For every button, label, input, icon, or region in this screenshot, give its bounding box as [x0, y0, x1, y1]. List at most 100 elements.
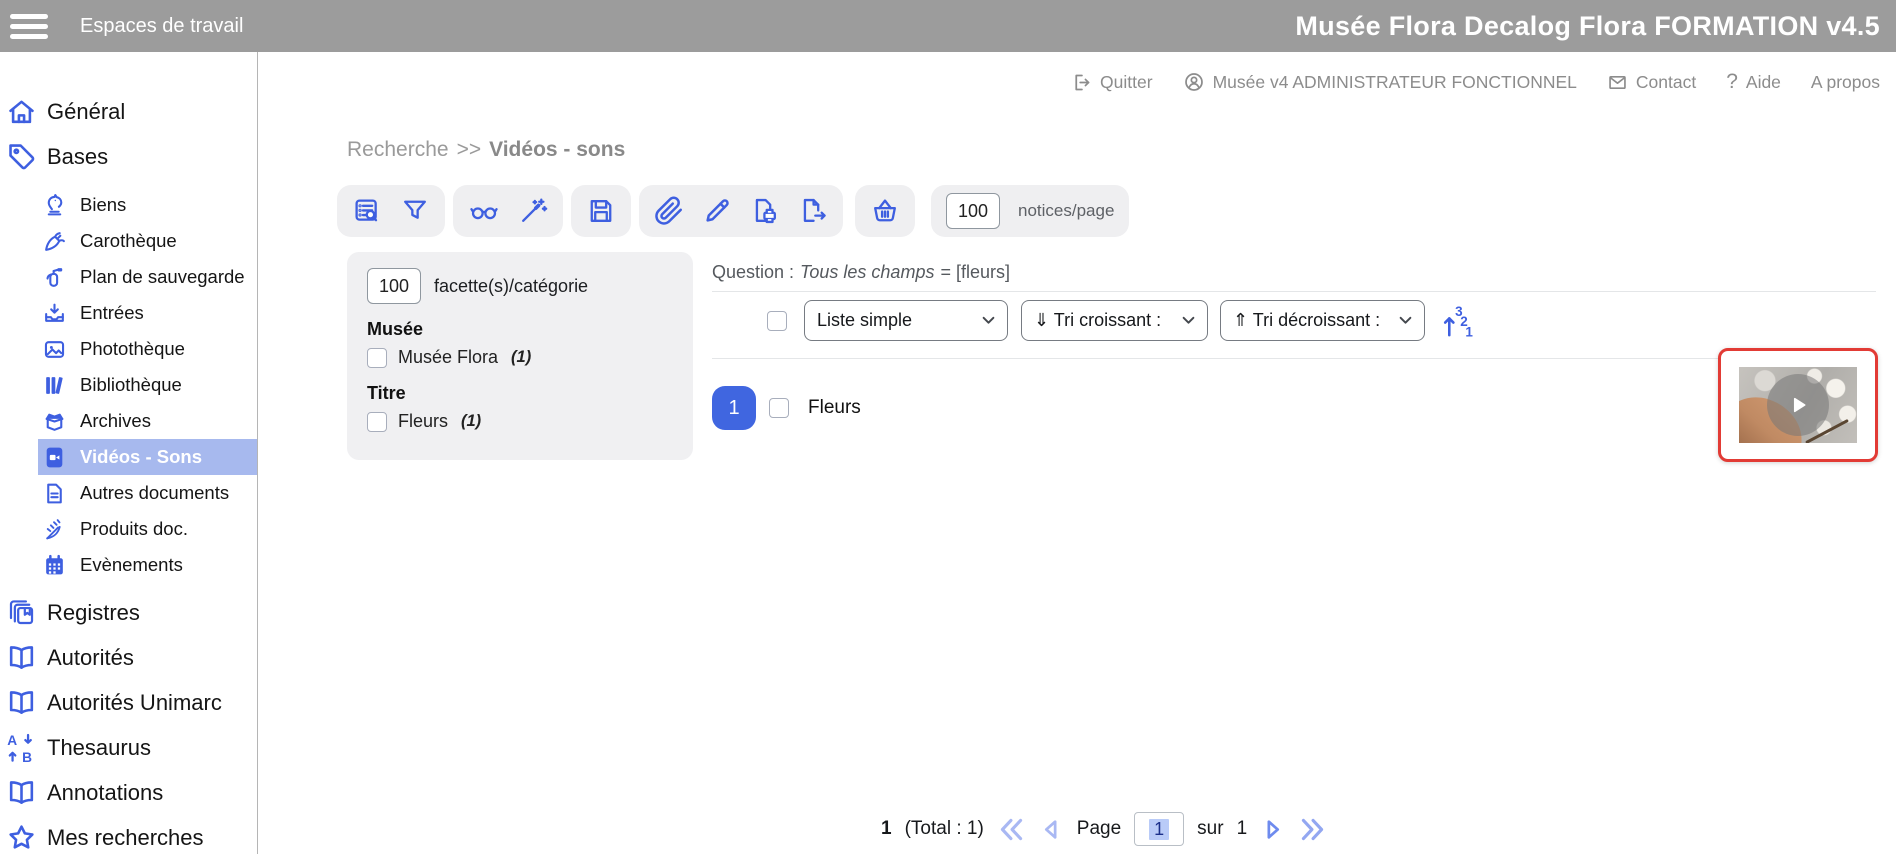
list-mode-value: Liste simple [817, 310, 912, 331]
basket-icon[interactable] [870, 196, 900, 226]
sidebar-item-evenements[interactable]: Evènements [38, 547, 257, 583]
inbox-download-icon [42, 301, 67, 326]
double-chevron-right-icon[interactable] [1298, 815, 1327, 844]
star-icon [6, 822, 37, 853]
file-export-icon[interactable] [798, 196, 828, 226]
sort-numeric-icon[interactable]: 321 [1440, 303, 1474, 339]
pagination-current: 1 [881, 818, 892, 840]
hamburger-icon[interactable] [10, 9, 48, 44]
chevron-down-icon [1182, 316, 1195, 325]
contact-link[interactable]: Contact [1607, 72, 1696, 93]
facet-group-title-musee: Musée [367, 319, 673, 340]
sidebar-item-label: Général [47, 99, 125, 125]
facet-musee-flora-checkbox[interactable] [367, 348, 387, 368]
sidebar-item-carotheque[interactable]: Carothèque [38, 223, 257, 259]
triangle-right-icon[interactable] [1260, 817, 1285, 842]
select-all-checkbox[interactable] [767, 311, 787, 331]
registers-icon [6, 597, 37, 628]
list-search-icon[interactable] [352, 196, 382, 226]
sort-asc-value: ⇓ Tri croissant : [1034, 310, 1161, 331]
sidebar-item-archives[interactable]: Archives [38, 403, 257, 439]
sidebar-item-label: Archives [80, 410, 151, 432]
sidebar-item-label: Bases [47, 144, 108, 170]
mail-icon [1607, 72, 1628, 93]
open-book-icon [6, 642, 37, 673]
question-prefix: Question : [712, 262, 794, 283]
double-chevron-left-icon[interactable] [997, 815, 1026, 844]
save-icon[interactable] [586, 196, 616, 226]
triangle-left-icon[interactable] [1039, 817, 1064, 842]
page-number-input[interactable]: 1 [1134, 812, 1184, 846]
sidebar-item-plan-de-sauvegarde[interactable]: Plan de sauvegarde [38, 259, 257, 295]
sidebar-item-mes-recherches[interactable]: Mes recherches [0, 815, 257, 854]
about-link[interactable]: A propos [1811, 72, 1880, 93]
per-page-pill: 100 notices/page [931, 185, 1129, 237]
facet-fleurs-checkbox[interactable] [367, 412, 387, 432]
sidebar-item-produits-doc[interactable]: Produits doc. [38, 511, 257, 547]
sidebar-item-thesaurus[interactable]: AB Thesaurus [0, 725, 257, 770]
question-value: = [fleurs] [940, 262, 1010, 283]
breadcrumb-section[interactable]: Recherche [347, 138, 449, 162]
sidebar-item-annotations[interactable]: Annotations [0, 770, 257, 815]
user-icon [1183, 71, 1205, 93]
sidebar-item-label: Entrées [80, 302, 144, 324]
file-print-icon[interactable] [750, 196, 780, 226]
result-checkbox[interactable] [769, 398, 789, 418]
quit-link[interactable]: Quitter [1071, 72, 1153, 93]
breadcrumb-separator: >> [457, 138, 482, 162]
tag-icon [6, 141, 37, 172]
divider [712, 291, 1876, 292]
sidebar-item-label: Photothèque [80, 338, 185, 360]
quill-icon [42, 517, 67, 542]
toolbar-group-basket [855, 185, 915, 237]
video-thumbnail[interactable] [1739, 367, 1857, 443]
toolbar-group-view [453, 185, 563, 237]
exit-icon [1071, 72, 1092, 93]
sort-asc-select[interactable]: ⇓ Tri croissant : [1021, 300, 1208, 341]
list-mode-select[interactable]: Liste simple [804, 300, 1008, 341]
sidebar-item-label: Bibliothèque [80, 374, 182, 396]
facet-option-musee-flora: Musée Flora (1) [367, 347, 673, 368]
sidebar-item-label: Mes recherches [47, 825, 204, 851]
sort-desc-select[interactable]: ⇑ Tri décroissant : [1220, 300, 1425, 341]
user-menu[interactable]: Musée v4 ADMINISTRATEUR FONCTIONNEL [1183, 71, 1577, 93]
app-title: Musée Flora Decalog Flora FORMATION v4.5 [1295, 11, 1880, 42]
play-button[interactable] [1767, 374, 1829, 436]
sidebar-item-autorites-unimarc[interactable]: Autorités Unimarc [0, 680, 257, 725]
play-icon [1785, 392, 1811, 418]
svg-text:1: 1 [1465, 324, 1473, 339]
help-label: Aide [1746, 72, 1781, 93]
video-thumbnail-card[interactable] [1718, 348, 1878, 462]
sort-bar: Liste simple ⇓ Tri croissant : ⇑ Tri déc… [712, 300, 1474, 341]
sidebar-item-registres[interactable]: Registres [0, 590, 257, 635]
glasses-icon[interactable] [468, 197, 500, 225]
sidebar-item-bases[interactable]: Bases [0, 134, 257, 179]
sidebar-item-label: Vidéos - Sons [80, 446, 202, 468]
sidebar-item-general[interactable]: Général [0, 89, 257, 134]
result-title[interactable]: Fleurs [808, 397, 861, 419]
video-file-icon [42, 445, 67, 470]
sidebar-item-biens[interactable]: Biens [38, 187, 257, 223]
help-link[interactable]: ? Aide [1726, 70, 1781, 94]
calendar-icon [42, 553, 67, 578]
fire-extinguisher-icon [42, 265, 67, 290]
pencil-icon[interactable] [702, 196, 732, 226]
per-page-input[interactable]: 100 [946, 193, 1000, 229]
filter-icon[interactable] [400, 196, 430, 226]
facet-option-label: Musée Flora [398, 347, 498, 368]
sidebar-item-bibliotheque[interactable]: Bibliothèque [38, 367, 257, 403]
sidebar-item-label: Evènements [80, 554, 183, 576]
workspace-label: Espaces de travail [80, 15, 243, 38]
sidebar-item-autorites[interactable]: Autorités [0, 635, 257, 680]
sidebar-item-label: Autorités [47, 645, 134, 671]
facet-group-title-titre: Titre [367, 383, 673, 404]
sidebar-item-entrees[interactable]: Entrées [38, 295, 257, 331]
wand-icon[interactable] [518, 196, 548, 226]
paperclip-icon[interactable] [654, 196, 684, 226]
result-number-badge[interactable]: 1 [712, 386, 756, 430]
sidebar-item-videos-sons[interactable]: Vidéos - Sons [38, 439, 257, 475]
sidebar-item-label: Autorités Unimarc [47, 690, 222, 716]
sidebar-item-phototheque[interactable]: Photothèque [38, 331, 257, 367]
sidebar-item-autres-documents[interactable]: Autres documents [38, 475, 257, 511]
facet-count-input[interactable]: 100 [367, 268, 421, 304]
